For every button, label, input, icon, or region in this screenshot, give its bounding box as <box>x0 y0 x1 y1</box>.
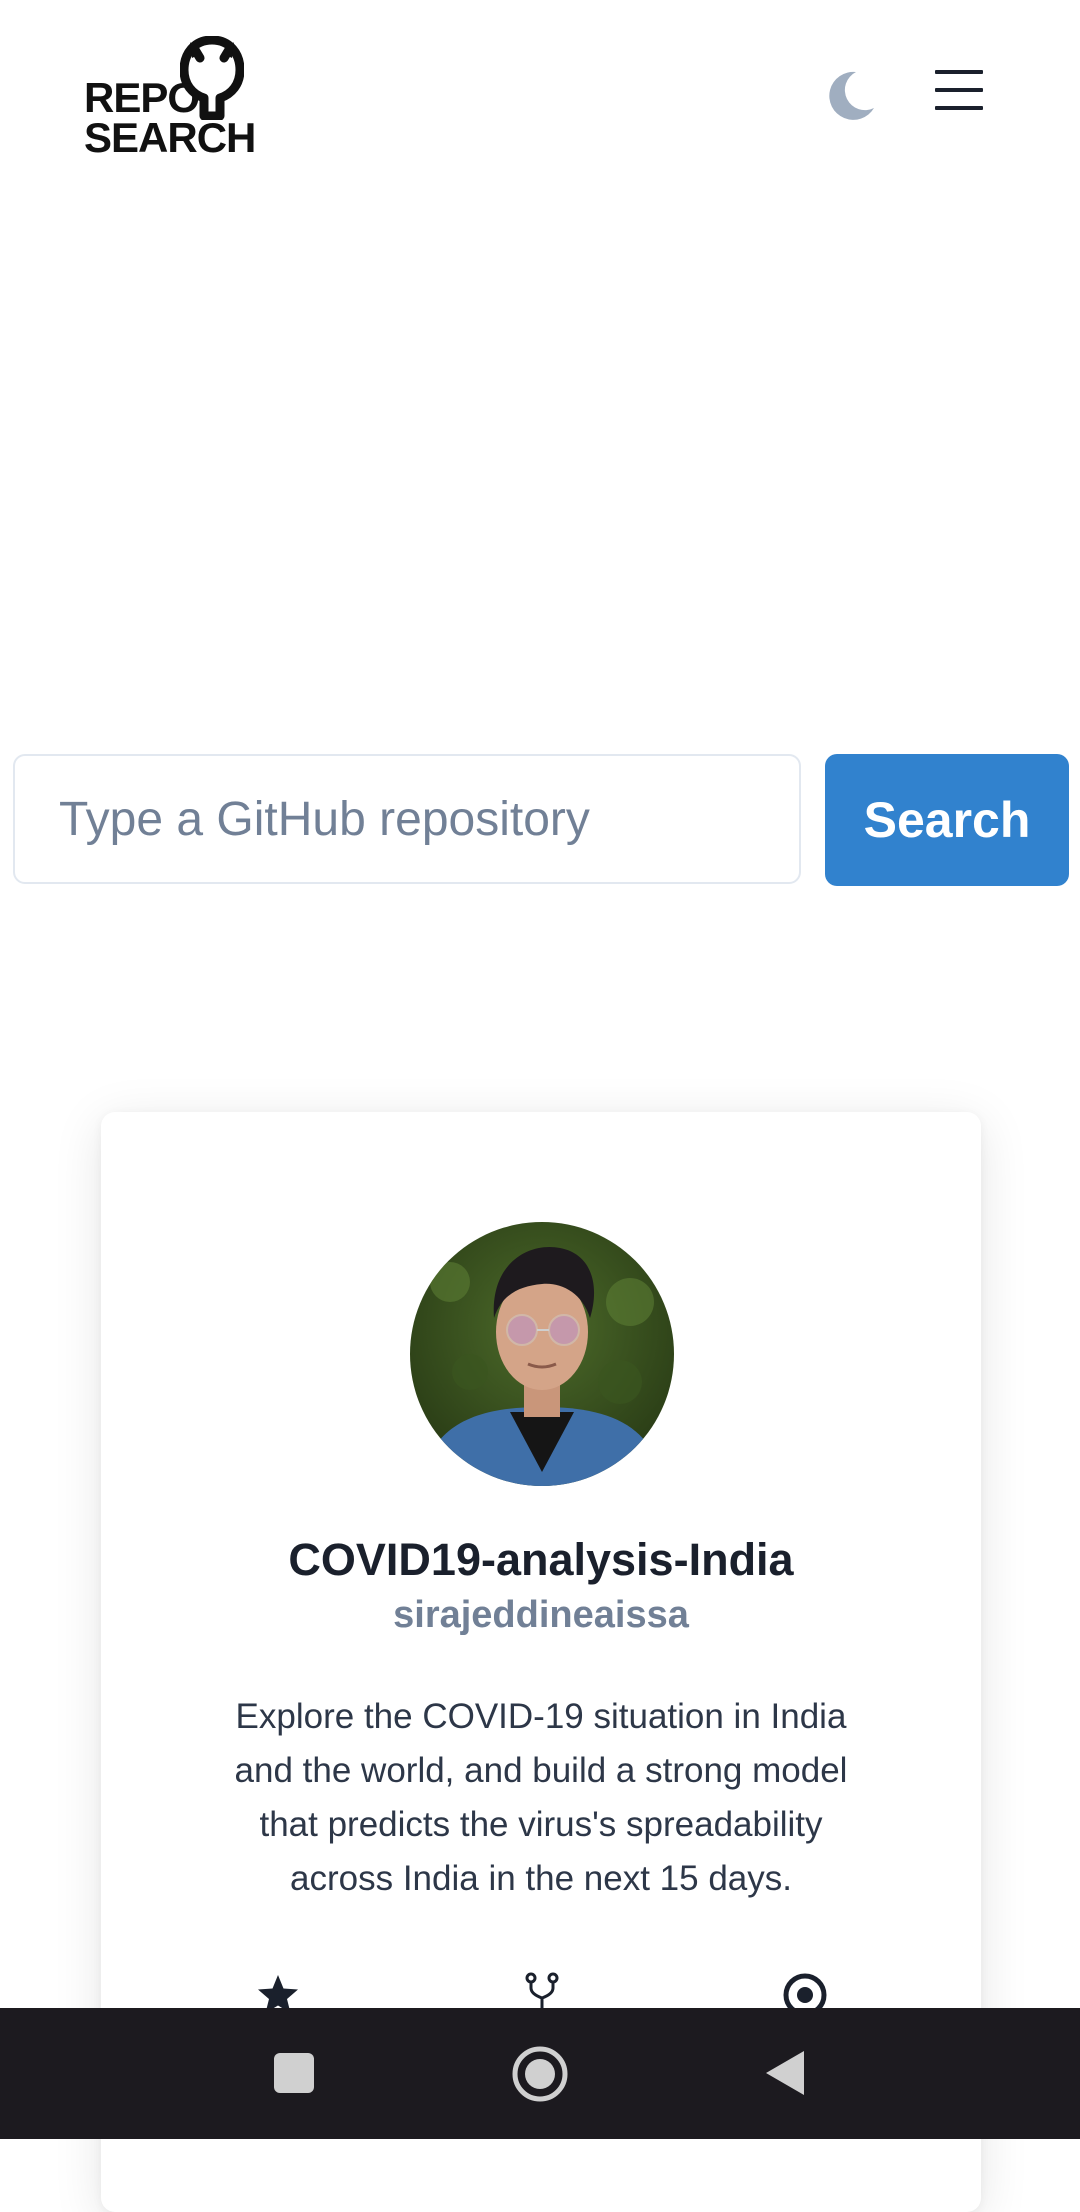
nav-home-icon[interactable] <box>510 2044 570 2104</box>
repo-name[interactable]: COVID19-analysis-India <box>101 1534 981 1586</box>
owner-avatar-image <box>410 1222 674 1486</box>
header: REPO SEARCH <box>0 0 1080 190</box>
search-form: Search <box>0 754 1080 888</box>
repo-description: Explore the COVID-19 situation in India … <box>234 1697 848 1898</box>
system-nav-bar <box>0 2008 1080 2139</box>
search-button[interactable]: Search <box>825 754 1069 886</box>
avatar <box>410 1222 674 1486</box>
nav-recents-icon[interactable] <box>272 2051 316 2095</box>
menu-bar <box>935 70 983 74</box>
hamburger-menu-icon[interactable] <box>935 70 983 116</box>
search-input[interactable] <box>13 754 801 884</box>
logo-text-line2: SEARCH <box>84 114 256 161</box>
menu-bar <box>935 106 983 110</box>
repo-owner[interactable]: sirajeddineaissa <box>101 1594 981 1637</box>
menu-bar <box>935 88 983 92</box>
moon-icon[interactable] <box>822 68 878 124</box>
nav-back-icon[interactable] <box>762 2048 808 2098</box>
app-logo[interactable]: REPO SEARCH <box>80 36 256 162</box>
